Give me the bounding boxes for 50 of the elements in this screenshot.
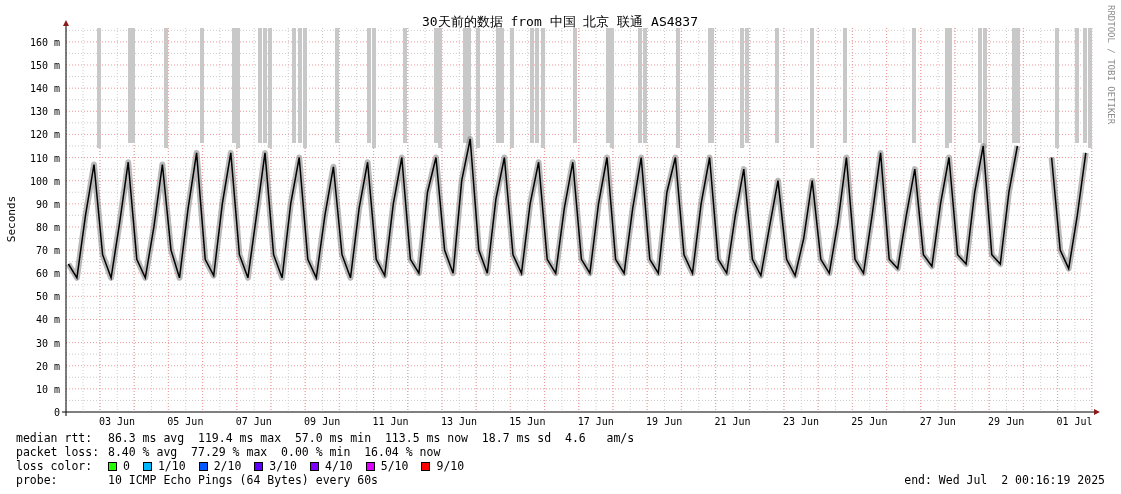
end-time: end: Wed Jul 2 00:16:19 2025 (904, 473, 1105, 487)
legend-item: 9/10 (436, 459, 465, 473)
chart-title: 30天前的数据 from 中国 北京 联通 AS4837 (421, 14, 699, 29)
y-tick-label: 40 m (35, 314, 60, 326)
y-tick-label: 0 (53, 407, 60, 418)
x-tick-label: 09 Jun (304, 416, 341, 427)
x-tick-label: 07 Jun (235, 416, 272, 427)
x-tick-label: 23 Jun (782, 416, 819, 427)
probe-text: 10 ICMP Echo Pings (64 Bytes) every 60s (108, 473, 379, 487)
x-tick-label: 15 Jun (509, 416, 546, 427)
x-tick-label: 01 Jul (1056, 416, 1093, 427)
y-tick-label: 120 m (29, 129, 60, 141)
y-axis-label: Seconds (5, 195, 18, 243)
stat-label: packet loss: (16, 445, 101, 459)
y-tick-label: 150 m (29, 60, 60, 71)
x-tick-label: 21 Jun (714, 416, 751, 427)
x-tick-label: 27 Jun (919, 416, 956, 427)
y-tick-label: 50 m (35, 291, 60, 303)
x-tick-label: 13 Jun (440, 416, 477, 427)
stat-values: 8.40 % avg 77.29 % max 0.00 % min 16.04 % now (108, 445, 441, 459)
y-tick-label: 10 m (35, 383, 60, 395)
y-tick-label: 80 m (35, 221, 60, 233)
legend-item: 4/10 (325, 459, 353, 473)
stat-label: median rtt: (16, 431, 94, 445)
legend-item: 1/10 (157, 459, 186, 473)
y-tick-label: 90 m (35, 198, 60, 210)
side-label: RRDTOOL / TOBI OETIKER (1106, 5, 1116, 125)
legend-item: 0 (123, 459, 130, 473)
y-tick-label: 100 m (29, 175, 60, 187)
y-tick-label: 110 m (29, 152, 60, 164)
legend-item: 5/10 (380, 459, 409, 473)
y-tick-label: 60 m (35, 268, 60, 280)
y-tick-label: 140 m (29, 83, 60, 95)
y-tick-label: 160 m (29, 36, 60, 48)
x-tick-label: 19 Jun (646, 416, 683, 427)
y-tick-label: 70 m (35, 245, 60, 257)
legend-label: loss color: (16, 459, 94, 473)
stat-values: 86.3 ms avg 119.4 ms max 57.0 ms min 113.5 ms now 18.7 ms sd 4.6 am/s (108, 431, 635, 445)
y-tick-label: 20 m (35, 360, 60, 372)
x-tick-label: 25 Jun (851, 416, 888, 427)
x-tick-label: 17 Jun (577, 416, 614, 427)
x-tick-label: 11 Jun (372, 416, 409, 427)
y-tick-label: 130 m (29, 106, 60, 118)
x-tick-label: 29 Jun (988, 416, 1025, 427)
legend-item: 3/10 (269, 459, 298, 473)
probe-label: probe: (16, 473, 59, 487)
legend-item: 2/10 (213, 459, 242, 473)
y-tick-label: 30 m (35, 337, 60, 349)
x-tick-label: 03 Jun (98, 416, 135, 427)
x-tick-label: 05 Jun (167, 416, 204, 427)
